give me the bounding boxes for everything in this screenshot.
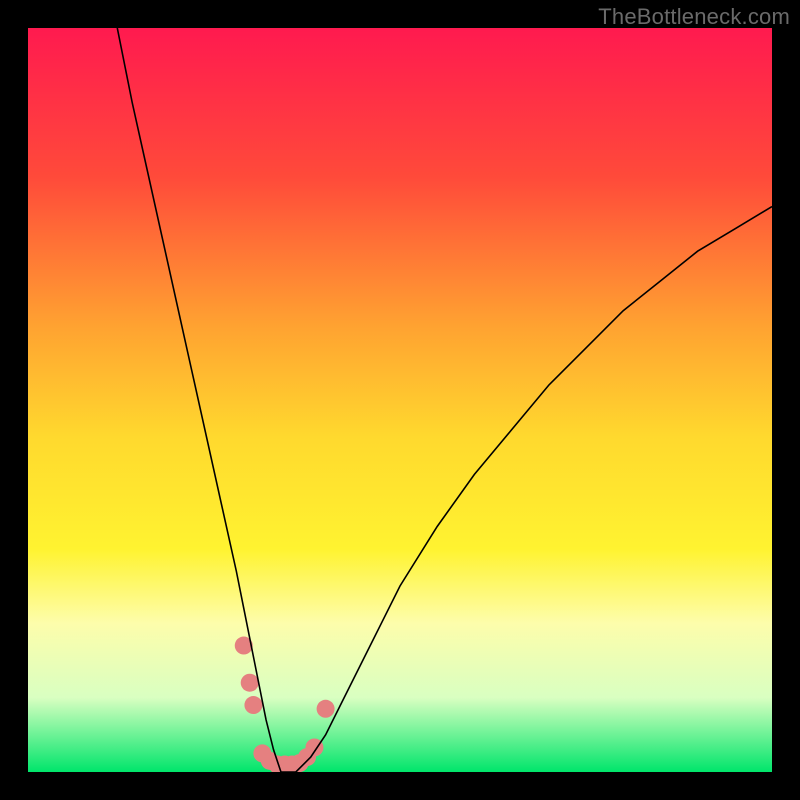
data-point — [244, 696, 262, 714]
gradient-background — [28, 28, 772, 772]
watermark-text: TheBottleneck.com — [598, 4, 790, 30]
data-point — [317, 700, 335, 718]
chart-svg — [28, 28, 772, 772]
chart-frame: TheBottleneck.com — [0, 0, 800, 800]
data-point — [241, 674, 259, 692]
plot-area — [28, 28, 772, 772]
